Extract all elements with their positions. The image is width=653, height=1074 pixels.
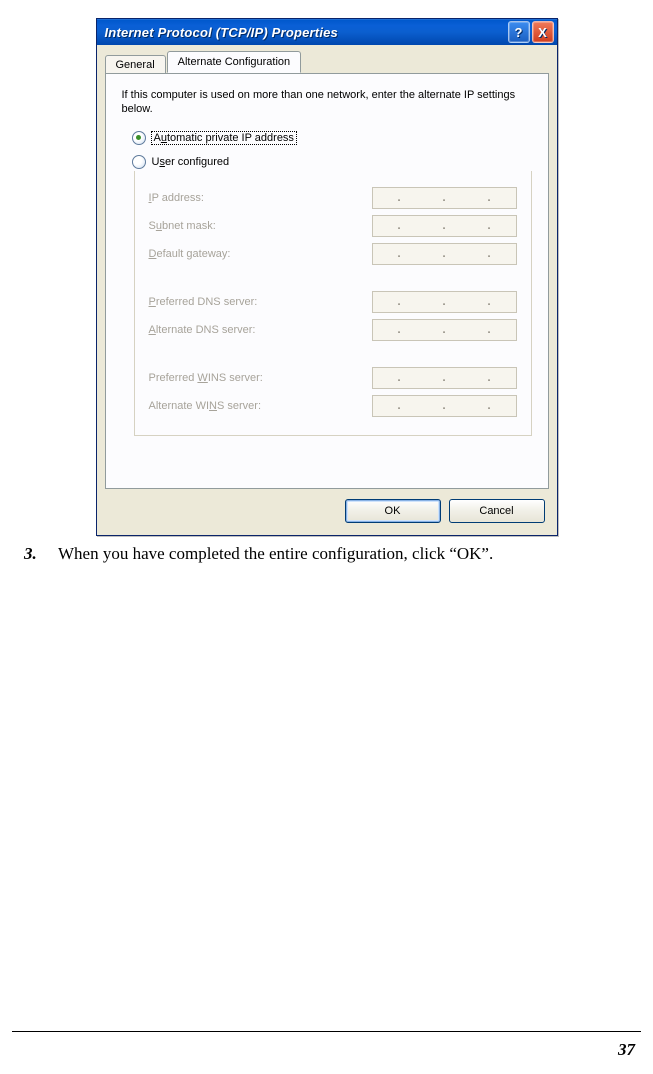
default-gateway-input[interactable]: ... bbox=[372, 243, 517, 265]
ip-properties-dialog: Internet Protocol (TCP/IP) Properties ? … bbox=[96, 18, 558, 536]
label-preferred-wins: Preferred WINS server: bbox=[149, 372, 263, 384]
page-number: 37 bbox=[618, 1040, 635, 1060]
label-default-gateway: Default gateway: bbox=[149, 248, 231, 260]
radio-user-configured-label: User configured bbox=[152, 156, 230, 168]
radio-auto-ip[interactable] bbox=[132, 131, 146, 145]
ok-button[interactable]: OK bbox=[345, 499, 441, 523]
alternate-wins-input[interactable]: ... bbox=[372, 395, 517, 417]
alternate-dns-input[interactable]: ... bbox=[372, 319, 517, 341]
preferred-dns-input[interactable]: ... bbox=[372, 291, 517, 313]
tab-panel: If this computer is used on more than on… bbox=[105, 73, 549, 489]
subnet-mask-input[interactable]: ... bbox=[372, 215, 517, 237]
instruction-step: 3. When you have completed the entire co… bbox=[0, 536, 653, 564]
label-subnet-mask: Subnet mask: bbox=[149, 220, 216, 232]
footer-rule bbox=[12, 1031, 641, 1032]
label-ip-address: IP address: bbox=[149, 192, 204, 204]
close-icon[interactable]: X bbox=[532, 21, 554, 43]
instruction-number: 3. bbox=[24, 544, 58, 564]
tab-general[interactable]: General bbox=[105, 55, 166, 74]
preferred-wins-input[interactable]: ... bbox=[372, 367, 517, 389]
ip-address-input[interactable]: ... bbox=[372, 187, 517, 209]
titlebar[interactable]: Internet Protocol (TCP/IP) Properties ? … bbox=[97, 19, 557, 45]
tab-strip: General Alternate Configuration bbox=[105, 51, 549, 73]
label-alternate-dns: Alternate DNS server: bbox=[149, 324, 256, 336]
instruction-text: When you have completed the entire confi… bbox=[58, 544, 493, 564]
radio-auto-ip-label: Automatic private IP address bbox=[152, 132, 296, 144]
radio-user-configured[interactable] bbox=[132, 155, 146, 169]
cancel-button[interactable]: Cancel bbox=[449, 499, 545, 523]
label-preferred-dns: Preferred DNS server: bbox=[149, 296, 258, 308]
label-alternate-wins: Alternate WINS server: bbox=[149, 400, 262, 412]
intro-text: If this computer is used on more than on… bbox=[122, 88, 532, 117]
tab-alternate-configuration[interactable]: Alternate Configuration bbox=[167, 51, 302, 73]
user-config-group: IP address: ... Subnet mask: ... Default… bbox=[134, 171, 532, 436]
window-title: Internet Protocol (TCP/IP) Properties bbox=[105, 25, 338, 40]
help-icon[interactable]: ? bbox=[508, 21, 530, 43]
